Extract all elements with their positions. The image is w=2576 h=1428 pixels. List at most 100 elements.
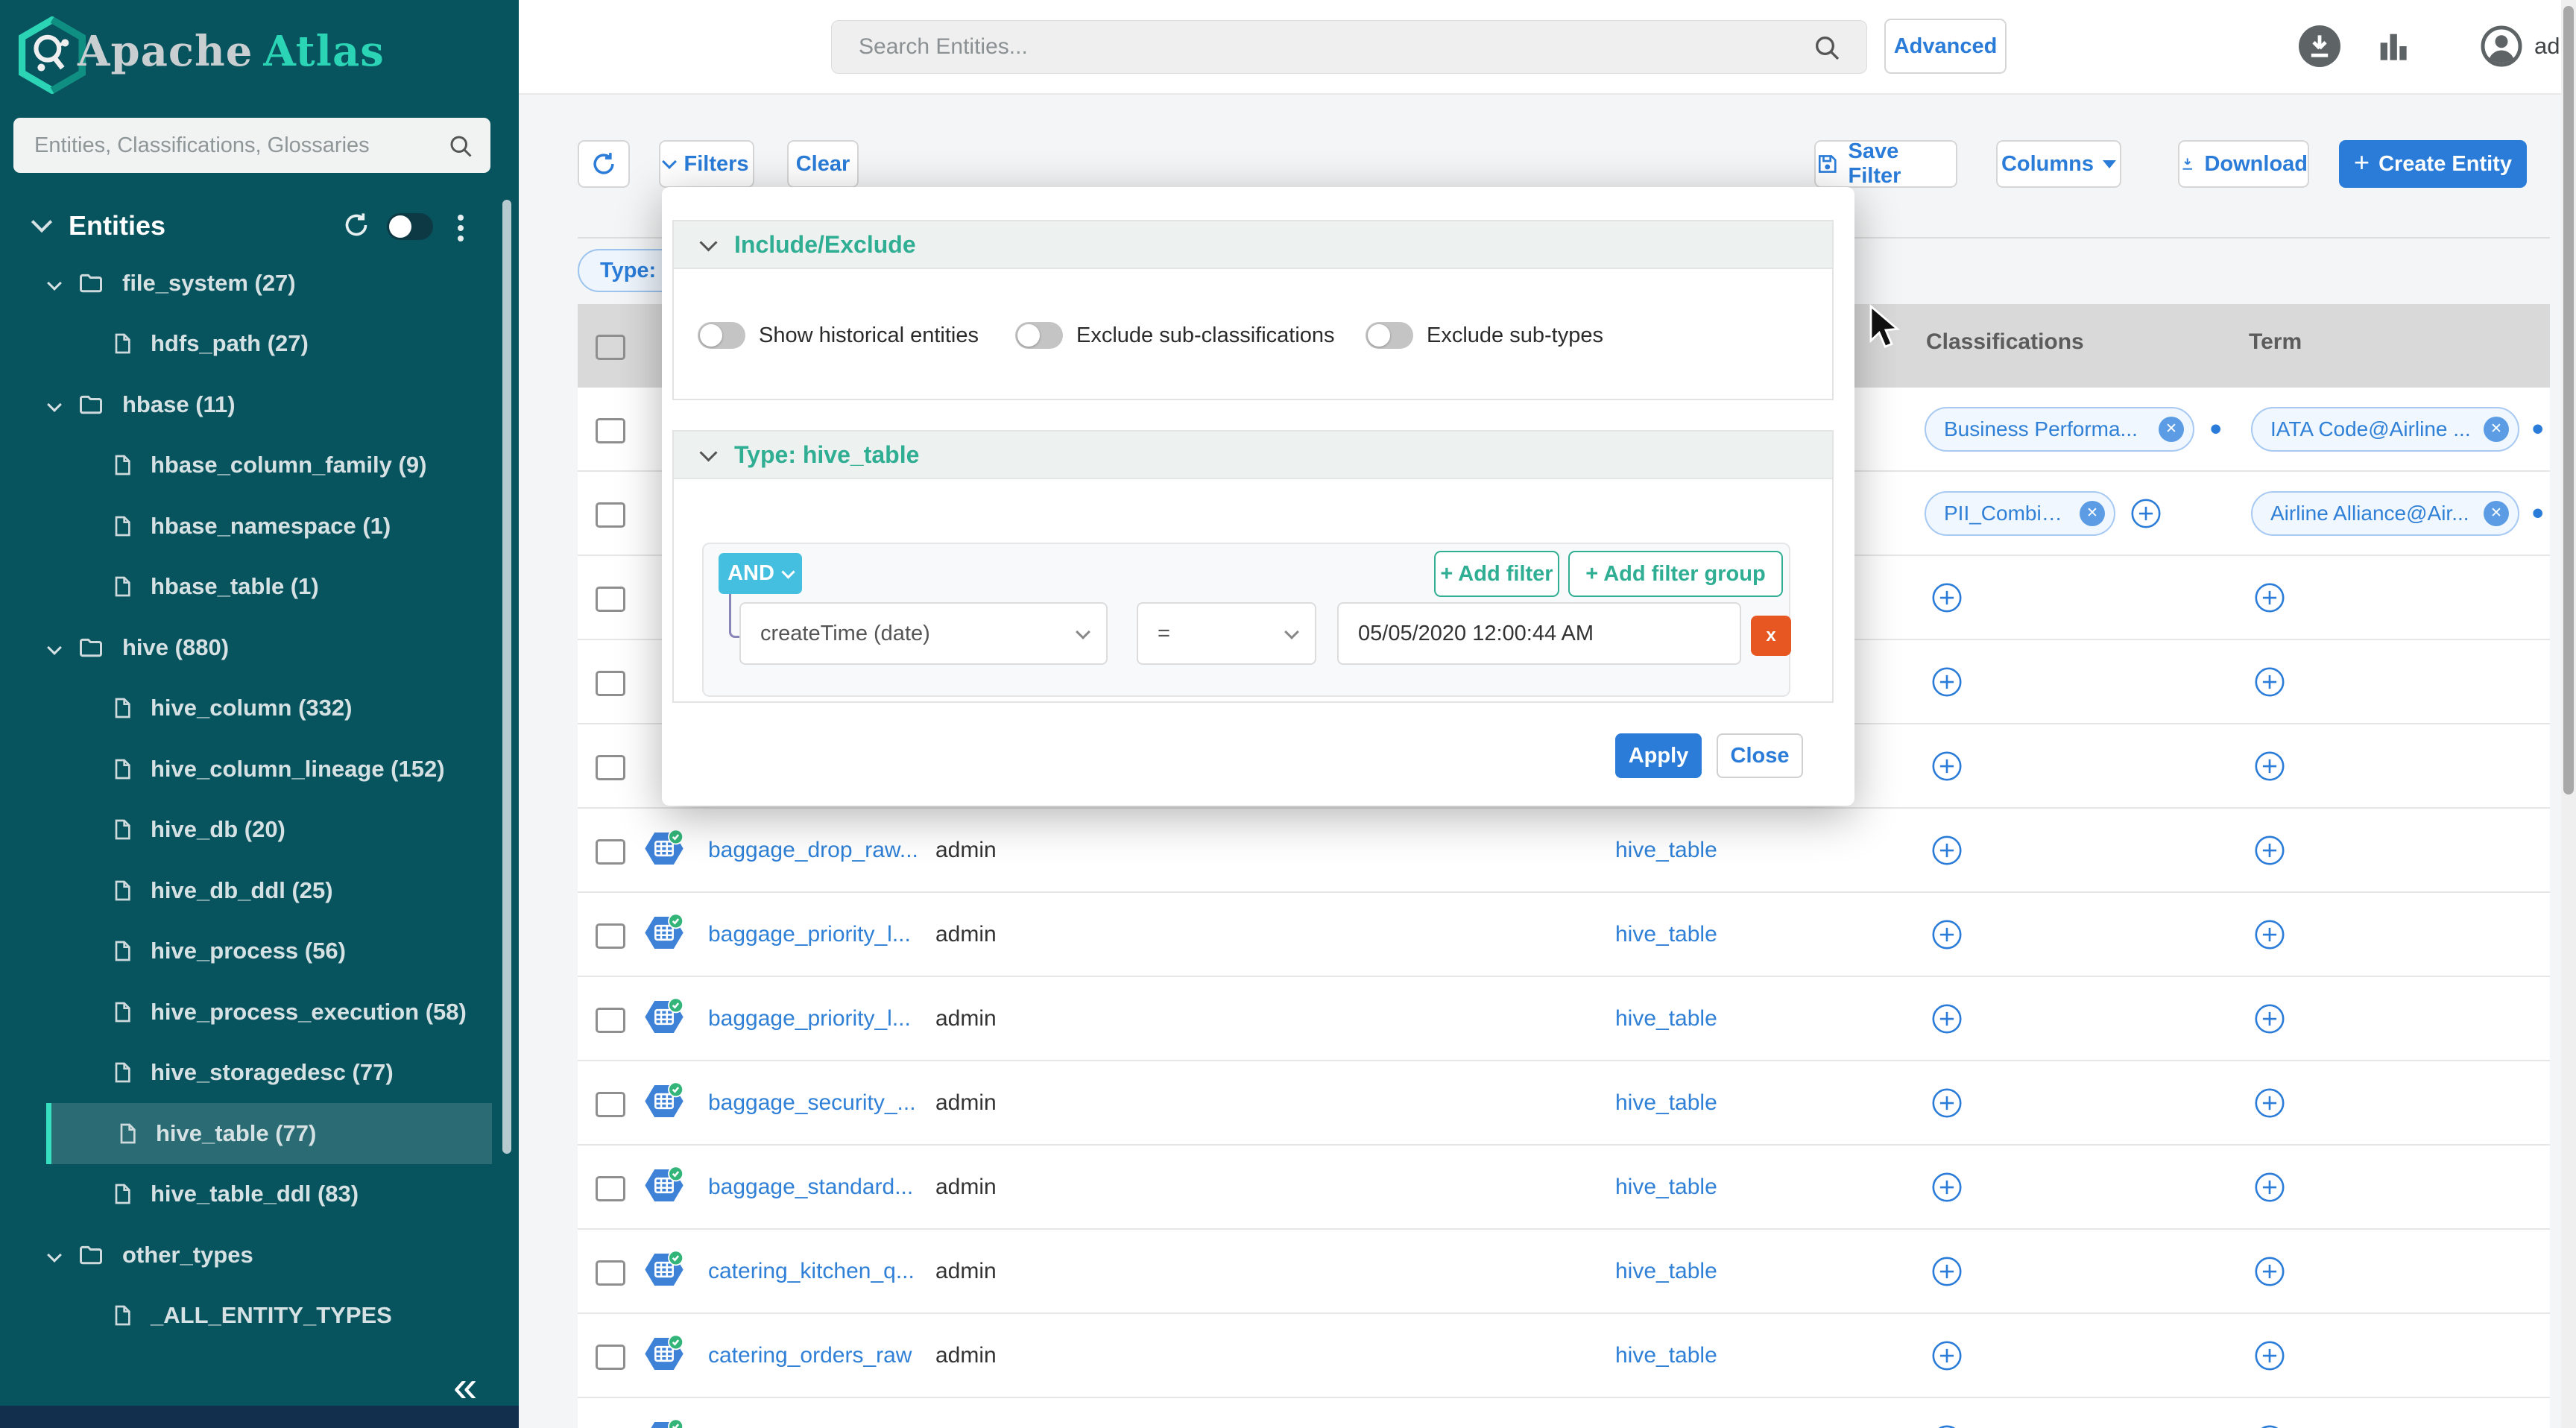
add-term-icon[interactable] <box>2254 835 2285 866</box>
add-term-icon[interactable] <box>2254 582 2285 613</box>
entity-type-link[interactable]: hive_table <box>1615 1343 1717 1368</box>
sidebar-item-hive_table_ddl[interactable]: hive_table_ddl (83) <box>0 1163 492 1225</box>
type-filter-header[interactable]: Type: hive_table <box>674 432 1832 479</box>
sidebar-search-input[interactable] <box>13 118 490 173</box>
entity-name-link[interactable]: catering_orders_raw <box>708 1343 912 1368</box>
sidebar-item-hive_db_ddl[interactable]: hive_db_ddl (25) <box>0 860 492 921</box>
row-checkbox[interactable] <box>596 1008 625 1033</box>
statistics-icon[interactable] <box>2372 25 2414 71</box>
toggle-switch[interactable] <box>698 322 745 349</box>
entity-type-link[interactable]: hive_table <box>1615 922 1717 947</box>
include-exclude-header[interactable]: Include/Exclude <box>674 221 1832 269</box>
global-search-input[interactable] <box>831 20 1867 74</box>
add-term-icon[interactable] <box>2254 1087 2285 1119</box>
column-header-classifications[interactable]: Classifications <box>1926 329 2084 355</box>
add-classification-icon[interactable] <box>1931 1172 1963 1203</box>
columns-dropdown-button[interactable]: Columns <box>1996 140 2121 188</box>
sidebar-item-hbase_table[interactable]: hbase_table (1) <box>0 556 492 617</box>
add-classification-icon[interactable] <box>2130 498 2162 529</box>
sidebar-item-hdfs_path[interactable]: hdfs_path (27) <box>0 313 492 374</box>
add-term-icon[interactable] <box>2254 1424 2285 1428</box>
entity-type-link[interactable]: hive_table <box>1615 1090 1717 1116</box>
entity-type-link[interactable]: hive_table <box>1615 838 1717 863</box>
sidebar-item-hive_storagedesc[interactable]: hive_storagedesc (77) <box>0 1042 492 1103</box>
entity-name-link[interactable]: baggage_priority_l... <box>708 1006 911 1031</box>
add-classification-icon[interactable] <box>1931 666 1963 698</box>
export-icon[interactable] <box>2296 22 2343 74</box>
add-classification-icon[interactable] <box>1931 1340 1963 1371</box>
entity-type-link[interactable]: hive_table <box>1615 1006 1717 1031</box>
row-checkbox[interactable] <box>596 755 625 780</box>
toggle-switch[interactable] <box>1015 322 1063 349</box>
add-classification-icon[interactable] <box>1931 1256 1963 1287</box>
entity-name-link[interactable]: baggage_standard... <box>708 1175 913 1200</box>
add-term-icon[interactable] <box>2254 1172 2285 1203</box>
operator-select[interactable]: = <box>1137 602 1316 665</box>
add-classification-icon[interactable] <box>1931 1424 1963 1428</box>
sidebar-item-hbase[interactable]: hbase (11) <box>0 374 492 435</box>
sidebar-item-other_types[interactable]: other_types <box>0 1225 492 1286</box>
add-classification-icon[interactable] <box>1931 751 1963 782</box>
tree-mode-toggle[interactable] <box>387 213 433 240</box>
sidebar-scrollbar[interactable] <box>502 200 511 1154</box>
toggle-show-historical[interactable]: Show historical entities <box>698 322 979 349</box>
sidebar-item-all_entity_types[interactable]: _ALL_ENTITY_TYPES <box>0 1285 492 1346</box>
remove-term-icon[interactable]: ✕ <box>2484 501 2509 526</box>
add-filter-button[interactable]: + Add filter <box>1434 551 1559 597</box>
toggle-exclude-subclassifications[interactable]: Exclude sub-classifications <box>1015 322 1335 349</box>
sidebar-item-hbase_column_family[interactable]: hbase_column_family (9) <box>0 435 492 496</box>
entity-name-link[interactable]: baggage_drop_raw... <box>708 838 918 863</box>
row-checkbox[interactable] <box>596 1260 625 1286</box>
refresh-results-button[interactable] <box>578 140 630 188</box>
sidebar-item-hive_column[interactable]: hive_column (332) <box>0 677 492 739</box>
create-entity-button[interactable]: + Create Entity <box>2339 140 2527 188</box>
sidebar-item-hive[interactable]: hive (880) <box>0 617 492 678</box>
toggle-switch[interactable] <box>1366 322 1413 349</box>
select-all-checkbox[interactable] <box>596 335 625 360</box>
save-filter-button[interactable]: Save Filter <box>1814 140 1957 188</box>
add-term-icon[interactable] <box>2254 919 2285 950</box>
add-term-icon[interactable] <box>2254 1340 2285 1371</box>
filters-button[interactable]: Filters <box>659 140 754 188</box>
add-classification-icon[interactable] <box>1931 1087 1963 1119</box>
add-filter-group-button[interactable]: + Add filter group <box>1568 551 1783 597</box>
column-header-term[interactable]: Term <box>2249 329 2302 355</box>
apply-button[interactable]: Apply <box>1615 733 1702 778</box>
remove-classification-icon[interactable]: ✕ <box>2159 417 2184 442</box>
sidebar-item-hbase_namespace[interactable]: hbase_namespace (1) <box>0 496 492 557</box>
advanced-search-button[interactable]: Advanced <box>1884 19 2007 74</box>
entity-type-link[interactable]: hive_table <box>1615 1259 1717 1284</box>
classification-chip[interactable]: PII_Combined ✕ <box>1925 491 2115 536</box>
refresh-icon[interactable] <box>341 210 371 244</box>
add-term-icon[interactable] <box>2254 751 2285 782</box>
term-chip[interactable]: Airline Alliance@Air... ✕ <box>2251 491 2519 536</box>
add-term-icon[interactable] <box>2254 1256 2285 1287</box>
remove-term-icon[interactable]: ✕ <box>2484 417 2509 442</box>
row-checkbox[interactable] <box>596 671 625 696</box>
entity-name-link[interactable]: baggage_security_... <box>708 1090 916 1116</box>
row-checkbox[interactable] <box>596 418 625 443</box>
search-icon[interactable] <box>1812 33 1842 66</box>
kebab-menu-icon[interactable] <box>458 210 464 246</box>
sidebar-item-hive_column_lineage[interactable]: hive_column_lineage (152) <box>0 739 492 800</box>
attribute-select[interactable]: createTime (date) <box>739 602 1108 665</box>
row-checkbox[interactable] <box>596 1345 625 1370</box>
entity-name-link[interactable]: baggage_priority_l... <box>708 922 911 947</box>
add-term-icon[interactable] <box>2254 1003 2285 1034</box>
classification-chip[interactable]: Business Performa... ✕ <box>1925 407 2194 452</box>
close-button[interactable]: Close <box>1717 733 1803 778</box>
add-classification-icon[interactable] <box>1931 835 1963 866</box>
download-button[interactable]: Download <box>2178 140 2309 188</box>
row-checkbox[interactable] <box>596 1092 625 1117</box>
sidebar-item-hive_process_execution[interactable]: hive_process_execution (58) <box>0 982 492 1043</box>
sidebar-item-hive_db[interactable]: hive_db (20) <box>0 799 492 860</box>
page-scrollbar-thumb[interactable] <box>2563 6 2574 794</box>
row-checkbox[interactable] <box>596 923 625 949</box>
remove-classification-icon[interactable]: ✕ <box>2080 501 2105 526</box>
add-term-icon[interactable] <box>2254 666 2285 698</box>
term-chip[interactable]: IATA Code@Airline ... ✕ <box>2251 407 2519 452</box>
add-classification-icon[interactable] <box>1931 582 1963 613</box>
entity-name-link[interactable]: catering_kitchen_q... <box>708 1259 915 1284</box>
sidebar-collapse-button[interactable]: « <box>453 1365 477 1409</box>
row-checkbox[interactable] <box>596 1176 625 1201</box>
